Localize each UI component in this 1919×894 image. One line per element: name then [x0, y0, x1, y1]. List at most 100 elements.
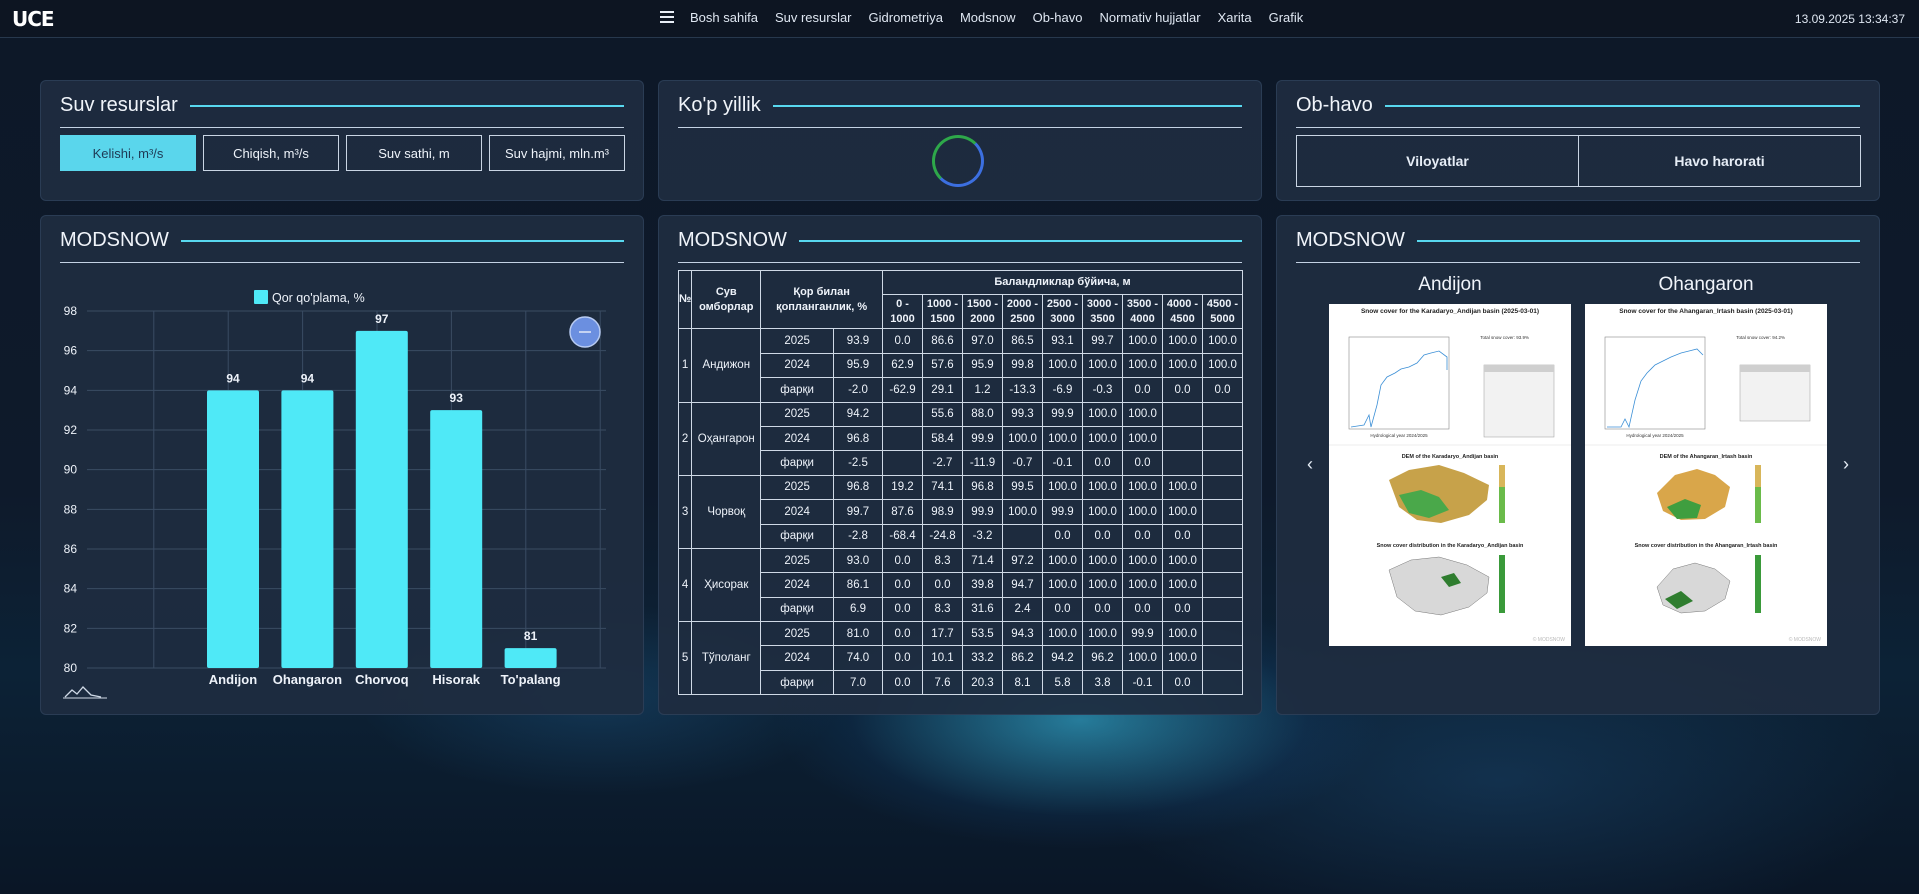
value-cell: -13.3 [1002, 377, 1043, 403]
value-cell: 0.0 [882, 645, 923, 671]
value-cell: 99.9 [962, 499, 1003, 525]
value-cell: 100.0 [1162, 499, 1203, 525]
value-cell: -68.4 [882, 523, 923, 549]
snow-cover-bar-chart: 80 82 84 86 88 90 92 94 96 98 94 Andijon 94 Ohangaron… [63, 290, 606, 699]
nav-item-gidrometriya[interactable]: Gidrometriya [869, 10, 943, 25]
suv-resurslar-title: Suv resurslar [60, 94, 178, 116]
nav-item-normativ-hujjatlar[interactable]: Normativ hujjatlar [1099, 10, 1200, 25]
year-cell: 2024 [760, 425, 834, 452]
value-cell: -2.8 [832, 523, 884, 549]
kop-yillik-panel: Ko'p yillik [658, 80, 1262, 201]
value-cell: 0.0 [1122, 377, 1163, 403]
value-cell: 100.0 [1162, 328, 1203, 354]
row-number: 2 [677, 401, 693, 476]
table-body: 1 Андижон 2025 93.9 0.0 86.6 97.0 86.5 93.1 99.7 1… [677, 328, 1243, 696]
value-cell: 0.0 [922, 572, 963, 598]
value-cell: 99.7 [1082, 328, 1123, 354]
value-cell: -2.7 [922, 450, 963, 476]
x-tick-label: Chorvoq [355, 672, 409, 687]
table-row: фарқи -2.8 -68.4 -24.8 -3.2 0.0 0.0 0.0 0.0 [679, 523, 1243, 549]
data-label: 93 [450, 391, 464, 405]
table-row: фарқи 6.9 0.0 8.3 31.6 2.4 0.0 0.0 0.0 0.0 [679, 596, 1243, 623]
viloyatlar-button[interactable]: Viloyatlar [1297, 136, 1578, 186]
reservoir-name: Чорвоқ [691, 474, 762, 549]
value-cell: 99.9 [1122, 621, 1163, 647]
x-tick-label: Hisorak [432, 672, 480, 687]
value-cell: 100.0 [1162, 352, 1203, 379]
nav-item-xarita[interactable]: Xarita [1218, 10, 1252, 25]
value-cell: 99.9 [962, 425, 1003, 452]
value-cell [1202, 401, 1243, 427]
divider [60, 127, 624, 128]
x-tick-label: Andijon [209, 672, 257, 687]
modsnow-carousel-title: MODSNOW [1296, 229, 1405, 251]
nav-item-modsnow[interactable]: Modsnow [960, 10, 1016, 25]
logo[interactable]: UCE [12, 7, 55, 31]
value-cell: 93.0 [832, 547, 884, 574]
x-tick-label: To'palang [501, 672, 561, 687]
menu-icon[interactable] [660, 10, 674, 23]
row-number: 3 [677, 474, 693, 549]
chevron-left-icon[interactable]: ‹ [1307, 454, 1313, 475]
value-cell: 99.9 [1042, 401, 1083, 427]
tab-chiqish[interactable]: Chiqish, m³/s [203, 135, 339, 171]
snow-table-wrapper: № Сув омборлар Қор билан қопланганлик, %… [677, 269, 1243, 696]
bar [281, 390, 334, 668]
row-number: 4 [677, 547, 693, 623]
value-cell: 100.0 [1162, 621, 1203, 647]
nav-item-suv-resurslar[interactable]: Suv resurslar [775, 10, 852, 25]
y-tick-label: 86 [64, 542, 78, 556]
watermark: © MODSNOW [1789, 636, 1822, 643]
tab-suv-hajmi[interactable]: Suv hajmi, mln.m³ [489, 135, 625, 171]
kop-yillik-title: Ko'p yillik [678, 94, 761, 116]
y-tick-label: 90 [64, 463, 78, 477]
panel-title: MODSNOW [1296, 229, 1860, 252]
datetime: 13.09.2025 13:34:37 [1794, 12, 1905, 26]
value-cell: 100.0 [1082, 547, 1123, 574]
row-number: 5 [677, 621, 693, 696]
value-cell: 88.0 [962, 401, 1003, 427]
value-cell: 100.0 [1002, 425, 1043, 452]
value-cell: 99.3 [1002, 401, 1043, 427]
value-cell: 2.4 [1002, 596, 1043, 623]
snow-report-card[interactable]: Snow cover for the Ahangaran_Irtash basi… [1585, 304, 1827, 646]
chevron-right-icon[interactable]: › [1843, 454, 1849, 475]
table-row: 2024 99.7 87.6 98.9 99.9 100.0 99.9 100.0 100.0 1… [679, 499, 1243, 525]
top-navbar: UCE Bosh sahifa Suv resurslar Gidrometri… [0, 0, 1919, 38]
value-cell: 95.9 [962, 352, 1003, 379]
tab-kelishi[interactable]: Kelishi, m³/s [60, 135, 196, 171]
havo-harorati-button[interactable]: Havo harorati [1578, 136, 1860, 186]
value-cell: 57.6 [922, 352, 963, 379]
year-cell: 2024 [760, 499, 834, 525]
nav-item-ob-havo[interactable]: Ob-havo [1033, 10, 1083, 25]
value-cell: -62.9 [882, 377, 923, 403]
tab-suv-sathi[interactable]: Suv sathi, m [346, 135, 482, 171]
value-cell: 0.0 [882, 328, 923, 354]
value-cell: 100.0 [1042, 474, 1083, 501]
value-cell: 100.0 [1042, 547, 1083, 574]
value-cell: -3.2 [962, 523, 1003, 549]
value-cell: 19.2 [882, 474, 923, 501]
ob-havo-title: Ob-havo [1296, 94, 1373, 116]
value-cell: 0.0 [1122, 596, 1163, 623]
value-cell: 100.0 [1082, 621, 1123, 647]
value-cell: 100.0 [1082, 352, 1123, 379]
value-cell: 94.2 [832, 401, 884, 427]
value-cell: 10.1 [922, 645, 963, 671]
value-cell: 0.0 [882, 547, 923, 574]
value-cell: 96.8 [832, 474, 884, 501]
value-cell: 97.2 [1002, 547, 1043, 574]
dem-title: DEM of the Karadaryo_Andijan basin [1402, 454, 1499, 460]
year-cell: 2024 [760, 572, 834, 598]
distribution-title: Snow cover distribution in the Ahangaran… [1635, 543, 1778, 549]
value-cell: 100.0 [1082, 572, 1123, 598]
value-cell [1162, 401, 1203, 427]
value-cell: 100.0 [1162, 572, 1203, 598]
value-cell: 100.0 [1162, 474, 1203, 501]
nav-item-grafik[interactable]: Grafik [1269, 10, 1304, 25]
modsnow-carousel-panel: MODSNOW ‹ › Andijon Ohangaron Snow cover… [1276, 215, 1880, 715]
x-tick-label: Ohangaron [273, 672, 342, 687]
nav-item-bosh-sahifa[interactable]: Bosh sahifa [690, 10, 758, 25]
value-cell: 86.1 [832, 572, 884, 598]
snow-report-card[interactable]: Snow cover for the Karadaryo_Andijan bas… [1329, 304, 1571, 646]
